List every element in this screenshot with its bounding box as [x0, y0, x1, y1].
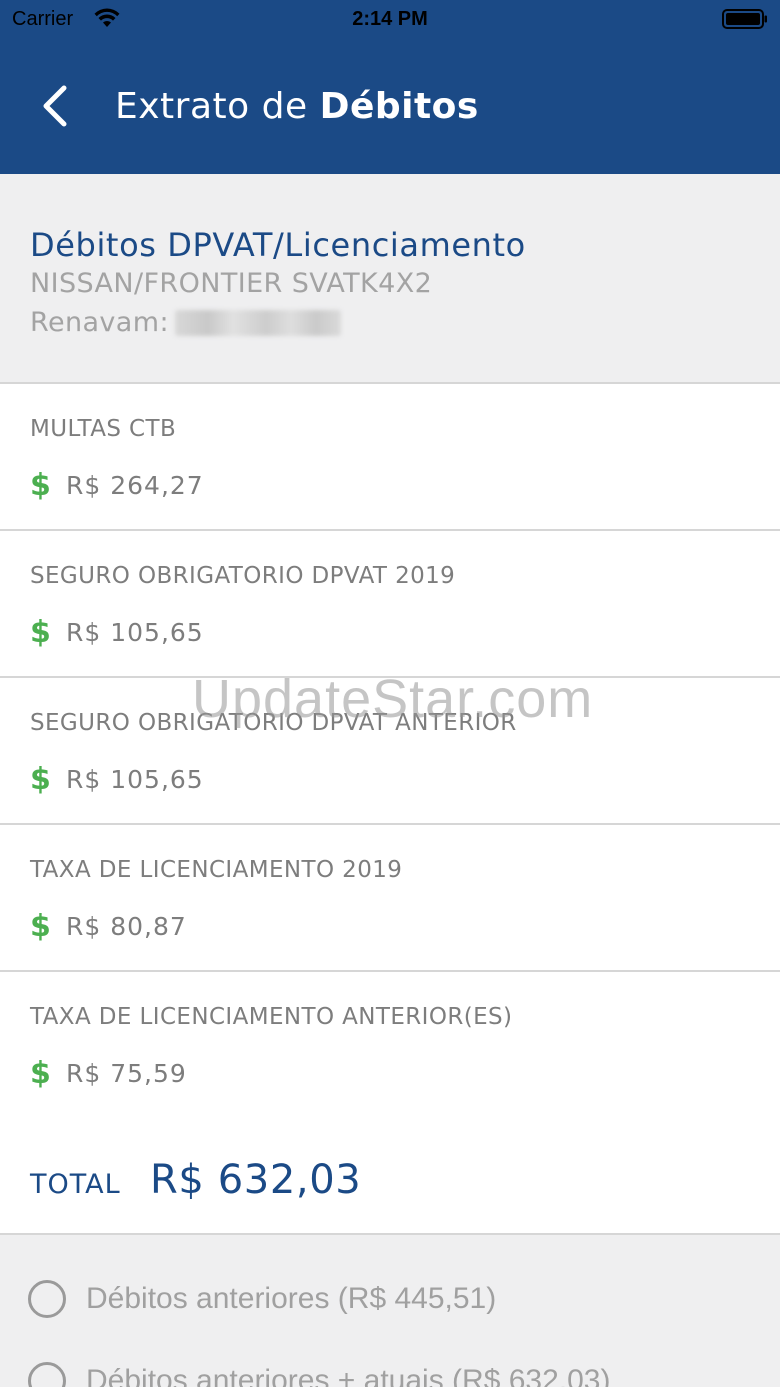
battery-icon [722, 9, 767, 29]
list-item: SEGURO OBRIGATORIO DPVAT 2019 $ R$ 105,6… [0, 531, 780, 678]
page-title: Extrato de Débitos [115, 86, 479, 127]
debit-value: R$ 264,27 [66, 471, 204, 500]
renavam-redacted [174, 309, 341, 336]
dollar-icon: $ [30, 1056, 51, 1091]
debit-label: TAXA DE LICENCIAMENTO 2019 [30, 857, 403, 883]
list-item: SEGURO OBRIGATORIO DPVAT ANTERIOR $ R$ 1… [0, 678, 780, 825]
debit-label: TAXA DE LICENCIAMENTO ANTERIOR(ES) [30, 1004, 513, 1030]
total-value: R$ 632,03 [150, 1157, 362, 1203]
debit-value-row: $ R$ 264,27 [30, 468, 204, 503]
page-title-bold: Débitos [319, 86, 479, 127]
debit-value-row: $ R$ 75,59 [30, 1056, 187, 1091]
dollar-icon: $ [30, 468, 51, 503]
renavam-label: Renavam: [30, 307, 169, 338]
clock: 2:14 PM [352, 8, 428, 30]
debit-value: R$ 75,59 [66, 1059, 187, 1088]
nav-bar: Extrato de Débitos [0, 40, 780, 174]
list-item: TAXA DE LICENCIAMENTO 2019 $ R$ 80,87 [0, 825, 780, 972]
debit-value-row: $ R$ 105,65 [30, 762, 204, 797]
total-label: TOTAL [30, 1169, 121, 1200]
debit-value: R$ 80,87 [66, 912, 187, 941]
option-label: Débitos anteriores + atuais (R$ 632,03) [86, 1364, 611, 1387]
section-title: Débitos DPVAT/Licenciamento [30, 226, 526, 264]
debit-value-row: $ R$ 105,65 [30, 615, 204, 650]
debits-list: MULTAS CTB $ R$ 264,27 SEGURO OBRIGATORI… [0, 382, 780, 1119]
page-title-light: Extrato de [115, 86, 320, 127]
back-chevron-icon[interactable] [38, 84, 72, 128]
dollar-icon: $ [30, 615, 51, 650]
payment-options: Débitos anteriores (R$ 445,51) Débitos a… [0, 1236, 780, 1387]
option-label: Débitos anteriores (R$ 445,51) [86, 1282, 497, 1315]
vehicle-header: Débitos DPVAT/Licenciamento NISSAN/FRONT… [0, 174, 780, 382]
debit-label: SEGURO OBRIGATORIO DPVAT ANTERIOR [30, 710, 517, 736]
dollar-icon: $ [30, 909, 51, 944]
option-previous-debits[interactable]: Débitos anteriores (R$ 445,51) [28, 1280, 496, 1318]
debit-label: SEGURO OBRIGATORIO DPVAT 2019 [30, 563, 456, 589]
debit-value: R$ 105,65 [66, 765, 204, 794]
debit-value-row: $ R$ 80,87 [30, 909, 187, 944]
radio-button[interactable] [28, 1280, 66, 1318]
status-bar: Carrier 2:14 PM [0, 0, 780, 40]
list-item: TAXA DE LICENCIAMENTO ANTERIOR(ES) $ R$ … [0, 972, 780, 1119]
list-item: MULTAS CTB $ R$ 264,27 [0, 384, 780, 531]
debit-label: MULTAS CTB [30, 416, 177, 442]
renavam-row: Renavam: [30, 307, 341, 338]
radio-button[interactable] [28, 1362, 66, 1387]
debit-value: R$ 105,65 [66, 618, 204, 647]
option-previous-and-current-debits[interactable]: Débitos anteriores + atuais (R$ 632,03) [28, 1362, 610, 1387]
vehicle-model: NISSAN/FRONTIER SVATK4X2 [30, 268, 433, 299]
total-row: TOTAL R$ 632,03 [0, 1117, 780, 1235]
dollar-icon: $ [30, 762, 51, 797]
